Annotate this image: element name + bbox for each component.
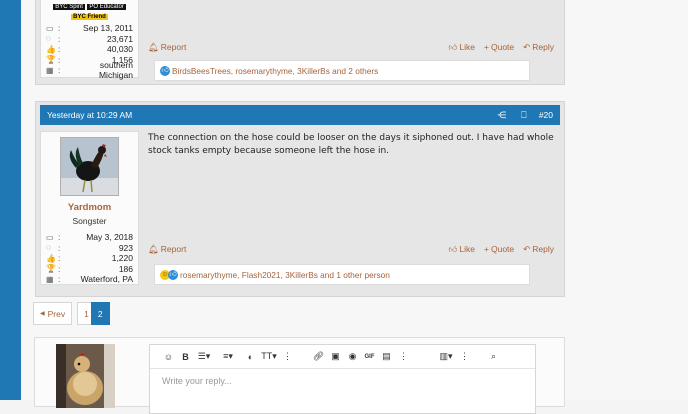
- plus-icon: +: [484, 244, 489, 254]
- hen-avatar-image: [56, 344, 115, 408]
- like-reaction-icon: 👍︎: [168, 269, 178, 280]
- thumbs-up-icon: 👍: [46, 44, 56, 54]
- like-button[interactable]: 👍︎ Like: [449, 42, 475, 53]
- post-actions: 🔔︎ Report 👍︎ Like + Quote ↶ Reply: [148, 40, 554, 54]
- reply-button[interactable]: ↶ Reply: [523, 244, 554, 255]
- stat-messages: ◌:23,671: [46, 33, 133, 44]
- like-reaction-icon: 👍︎: [160, 65, 170, 76]
- stat-reactions: 👍:40,030: [46, 44, 133, 55]
- media-icon[interactable]: ▤: [378, 351, 395, 362]
- post-19: BYC Spirit PO Educator BYC Friend ▭: Sep …: [35, 0, 565, 85]
- reply-arrow-icon: ↶: [523, 243, 531, 254]
- calendar-icon: ▭: [46, 23, 54, 33]
- bell-icon: 🔔︎: [148, 243, 159, 254]
- user-stats: ▭: May 3, 2018 ◌:923 👍:1,220 🏆:186 ▦: Wate…: [46, 232, 133, 285]
- link-icon[interactable]: 🔗︎: [310, 351, 327, 362]
- drafts-dropdown-icon[interactable]: ▥▾: [436, 351, 456, 362]
- editor-toolbar: ☺ B ☰▾ ≡▾ ◐ TT▾ ⋮ 🔗︎ ▣ ◉ GIF ▤ ⋮ ▥▾ ⋮ ⌕: [150, 345, 535, 369]
- pagination: ◀ Prev 1 2: [33, 302, 115, 325]
- quote-button[interactable]: + Quote: [484, 244, 514, 254]
- reply-editor: ☺ B ☰▾ ≡▾ ◐ TT▾ ⋮ 🔗︎ ▣ ◉ GIF ▤ ⋮ ▥▾ ⋮ ⌕ …: [149, 344, 536, 414]
- reactions-bar[interactable]: 👍︎ BirdsBeesTrees, rosemarythyme, 3Kille…: [154, 60, 530, 81]
- more-tools-icon[interactable]: ⋮: [456, 351, 473, 362]
- messages-icon: ◌: [46, 243, 51, 253]
- bell-icon: 🔔︎: [148, 41, 159, 52]
- map-icon: ▦: [46, 65, 54, 75]
- image-icon[interactable]: ▣: [327, 351, 344, 362]
- more-options-icon[interactable]: ⋮: [279, 351, 296, 362]
- like-button[interactable]: 👍︎ Like: [449, 244, 475, 255]
- reactions-bar[interactable]: ☺ 👍︎ rosemarythyme, Flash2021, 3KillerBs…: [154, 264, 530, 285]
- thumbs-up-icon: 👍︎: [448, 243, 458, 254]
- thumbs-up-icon: 👍: [46, 253, 56, 263]
- username-link[interactable]: Yardmom: [46, 202, 133, 213]
- map-icon: ▦: [46, 274, 54, 284]
- badge-spirit: BYC Spirit: [53, 4, 85, 10]
- badge-byc-friend: BYC Friend: [71, 14, 108, 20]
- bookmark-icon[interactable]: ⎕: [516, 110, 532, 121]
- avatar: [56, 344, 115, 408]
- thumbs-up-icon: 👍︎: [448, 41, 458, 52]
- stat-location: ▦: southern Michigan: [46, 60, 133, 81]
- left-sidebar-strip: [0, 0, 21, 400]
- stat-joined: ▭: May 3, 2018: [46, 232, 133, 243]
- messages-icon: ◌: [46, 34, 51, 44]
- list-dropdown-icon[interactable]: ☰▾: [194, 351, 214, 362]
- reply-input[interactable]: Write your reply...: [150, 369, 535, 393]
- calendar-icon: ▭: [46, 232, 54, 242]
- user-title: Songster: [72, 216, 107, 226]
- quick-reply: ☺ B ☰▾ ≡▾ ◐ TT▾ ⋮ 🔗︎ ▣ ◉ GIF ▤ ⋮ ▥▾ ⋮ ⌕ …: [34, 337, 565, 414]
- badge-educator: PO Educator: [87, 4, 126, 10]
- stat-reactions: 👍:1,220: [46, 253, 133, 264]
- more-insert-icon[interactable]: ⋮: [395, 351, 412, 362]
- avatar[interactable]: [60, 137, 119, 196]
- rooster-avatar-image: [61, 138, 118, 195]
- post-timestamp[interactable]: Yesterday at 10:29 AM: [47, 110, 132, 120]
- user-stats: ▭: Sep 13, 2011 ◌:23,671 👍:40,030 🏆:1,156…: [46, 23, 133, 81]
- stat-location: ▦: Waterford, PA: [46, 274, 133, 285]
- report-button[interactable]: 🔔︎ Report: [148, 42, 186, 53]
- post-header: Yesterday at 10:29 AM ⋲ ⎕ #20: [40, 105, 560, 125]
- reply-button[interactable]: ↶ Reply: [523, 42, 554, 53]
- stat-messages: ◌:923: [46, 242, 133, 253]
- post-actions: 🔔︎ Report 👍︎ Like + Quote ↶ Reply: [148, 242, 554, 256]
- page-2-link[interactable]: 2: [90, 302, 110, 325]
- bold-icon[interactable]: B: [177, 352, 194, 362]
- report-button[interactable]: 🔔︎ Report: [148, 244, 186, 255]
- post-number[interactable]: #20: [539, 110, 553, 120]
- user-info-panel: Yardmom Songster ▭: May 3, 2018 ◌:923 👍:1…: [40, 131, 139, 285]
- trophy-icon: 🏆: [46, 264, 56, 274]
- smiley-icon[interactable]: ☺: [160, 352, 177, 362]
- align-dropdown-icon[interactable]: ≡▾: [218, 351, 238, 362]
- share-icon[interactable]: ⋲: [494, 110, 510, 121]
- preview-icon[interactable]: ⌕: [485, 351, 502, 362]
- user-badges: BYC Spirit PO Educator BYC Friend: [46, 0, 133, 20]
- reply-arrow-icon: ↶: [523, 41, 531, 52]
- user-info-panel: BYC Spirit PO Educator BYC Friend ▭: Sep …: [40, 0, 139, 81]
- palette-icon[interactable]: ◐: [242, 352, 259, 362]
- quote-button[interactable]: + Quote: [484, 42, 514, 52]
- stat-points: 🏆:186: [46, 263, 133, 274]
- thread-page: BYC Spirit PO Educator BYC Friend ▭: Sep …: [21, 0, 688, 414]
- post-body: The connection on the hose could be loos…: [148, 133, 554, 156]
- stat-joined: ▭: Sep 13, 2011: [46, 23, 133, 34]
- chevron-left-icon: ◀: [40, 311, 45, 317]
- prev-page-button[interactable]: ◀ Prev: [33, 302, 73, 325]
- plus-icon: +: [484, 42, 489, 52]
- trophy-icon: 🏆: [46, 55, 56, 65]
- gif-icon[interactable]: GIF: [361, 354, 378, 360]
- font-size-dropdown-icon[interactable]: TT▾: [259, 351, 279, 362]
- camera-icon[interactable]: ◉: [344, 351, 361, 362]
- post-20: Yesterday at 10:29 AM ⋲ ⎕ #20 Yardmom So…: [35, 101, 565, 297]
